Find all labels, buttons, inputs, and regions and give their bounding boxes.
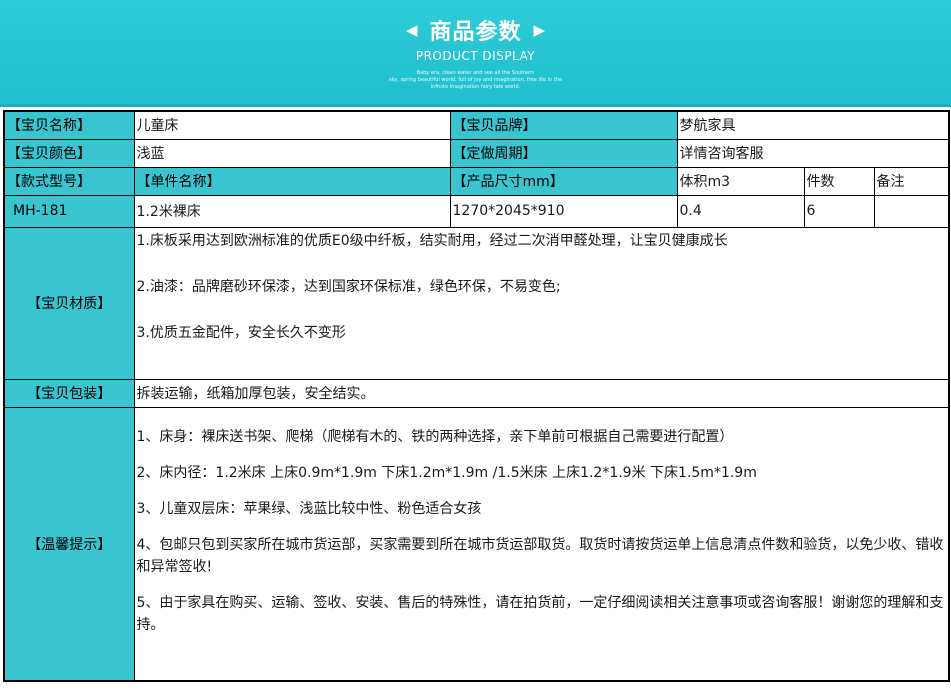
banner-note: Baby era, clean water and see all the So… — [0, 70, 951, 91]
color-value: 浅蓝 — [133, 138, 451, 168]
brand-value: 梦航家具 — [676, 110, 950, 140]
material-line: 2.油漆：品牌磨砂环保漆，达到国家环保标准，绿色环保，不易变色; — [136, 278, 561, 295]
material-line: 1.床板采用达到欧洲标准的优质E0级中纤板，结实耐用，经过二次消甲醛处理，让宝贝… — [136, 232, 728, 249]
material-value: 1.床板采用达到欧洲标准的优质E0级中纤板，结实耐用，经过二次消甲醛处理，让宝贝… — [133, 226, 950, 380]
banner-divider — [0, 104, 951, 107]
triangle-left-icon: ◀ — [405, 20, 418, 39]
banner-title: 商品参数 — [429, 20, 522, 45]
tip-line: 5、由于家具在购买、运输、签收、安装、售后的特殊性，请在拍货前，一定仔细阅读相关… — [136, 594, 944, 633]
item-value: 1.2米裸床 — [133, 194, 451, 228]
volume-label: 体积m3 — [676, 166, 805, 196]
size-label: 【产品尺寸mm】 — [449, 166, 678, 196]
banner-note-line: Baby era, clean water and see all the So… — [416, 70, 535, 76]
product-display-banner: ◀ 商品参数 ▶ PRODUCT DISPLAY Baby era, clean… — [0, 0, 951, 107]
banner-note-line: infinite imagination fairy tale world. — [430, 84, 521, 90]
table-row: 【宝贝颜色】 浅蓝 【定做周期】 详情咨询客服 — [3, 138, 950, 168]
remark-value — [873, 194, 950, 228]
count-value: 6 — [803, 194, 875, 228]
tips-label: 【温馨提示】 — [3, 406, 135, 682]
product-spec-table: 【宝贝名称】 儿童床 【宝贝品牌】 梦航家具 【宝贝颜色】 浅蓝 【定做周期】 … — [3, 110, 950, 682]
tips-value: 1、床身：裸床送书架、爬梯（爬梯有木的、铁的两种选择，亲下单前可根据自己需要进行… — [133, 406, 950, 682]
name-label: 【宝贝名称】 — [3, 110, 135, 140]
package-label: 【宝贝包装】 — [3, 378, 135, 408]
volume-value: 0.4 — [676, 194, 805, 228]
table-row: 【宝贝名称】 儿童床 【宝贝品牌】 梦航家具 — [3, 110, 950, 140]
triangle-right-icon: ▶ — [533, 20, 546, 39]
table-row: 【宝贝材质】 1.床板采用达到欧洲标准的优质E0级中纤板，结实耐用，经过二次消甲… — [3, 226, 950, 380]
material-label: 【宝贝材质】 — [3, 226, 135, 380]
banner-title-row: ◀ 商品参数 ▶ — [0, 14, 951, 46]
tip-line: 2、床内径：1.2米床 上床0.9m*1.9m 下床1.2m*1.9m /1.5… — [136, 464, 757, 481]
material-line: 3.优质五金配件，安全长久不变形 — [136, 324, 346, 341]
tip-line: 3、儿童双层床：苹果绿、浅蓝比较中性、粉色适合女孩 — [136, 500, 482, 517]
table-row: MH-181 1.2米裸床 1270*2045*910 0.4 6 — [3, 194, 950, 228]
cycle-label: 【定做周期】 — [449, 138, 678, 168]
count-label: 件数 — [803, 166, 875, 196]
tip-line: 4、包邮只包到买家所在城市货运部，买家需要到所在城市货运部取货。取货时请按货运单… — [136, 536, 944, 575]
item-label: 【单件名称】 — [133, 166, 451, 196]
table-row: 【宝贝包装】 拆装运输，纸箱加厚包装，安全结实。 — [3, 378, 950, 408]
brand-label: 【宝贝品牌】 — [449, 110, 678, 140]
banner-note-line: sky, spring beautiful world, full of joy… — [389, 77, 562, 83]
table-row: 【款式型号】 【单件名称】 【产品尺寸mm】 体积m3 件数 备注 — [3, 166, 950, 196]
cycle-value: 详情咨询客服 — [676, 138, 950, 168]
name-value: 儿童床 — [133, 110, 451, 140]
banner-subtitle: PRODUCT DISPLAY — [415, 49, 536, 63]
tip-line: 1、床身：裸床送书架、爬梯（爬梯有木的、铁的两种选择，亲下单前可根据自己需要进行… — [136, 428, 734, 445]
color-label: 【宝贝颜色】 — [3, 138, 135, 168]
model-value: MH-181 — [3, 194, 135, 228]
remark-label: 备注 — [873, 166, 950, 196]
table-row: 【温馨提示】 1、床身：裸床送书架、爬梯（爬梯有木的、铁的两种选择，亲下单前可根… — [3, 406, 950, 682]
model-label: 【款式型号】 — [3, 166, 135, 196]
size-value: 1270*2045*910 — [449, 194, 678, 228]
package-value: 拆装运输，纸箱加厚包装，安全结实。 — [133, 378, 950, 408]
